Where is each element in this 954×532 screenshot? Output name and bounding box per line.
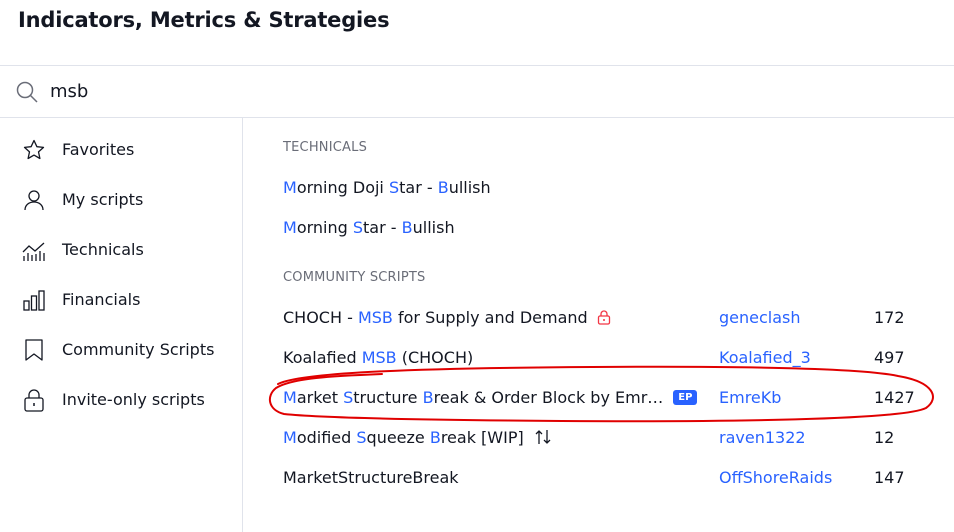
result-row[interactable]: MarketStructureBreak OffShoreRaids 147 (243, 458, 954, 498)
sidebar-item-technicals[interactable]: Technicals (0, 230, 242, 270)
like-count: 1427 (874, 388, 915, 407)
technicals-chart-icon (22, 238, 46, 262)
author-link[interactable]: geneclash (719, 308, 801, 327)
sidebar-item-label: Technicals (62, 240, 144, 259)
script-name-wrap: CHOCH - MSB for Supply and Demand (283, 308, 612, 327)
like-count: 172 (874, 308, 905, 327)
dialog-title: Indicators, Metrics & Strategies (18, 8, 390, 32)
sidebar-item-community-scripts[interactable]: Community Scripts (0, 330, 242, 370)
bar-chart-icon (22, 288, 46, 312)
sidebar-item-financials[interactable]: Financials (0, 280, 242, 320)
search-input[interactable] (50, 78, 650, 104)
script-name-wrap: Modified Squeeze Break [WIP] (283, 428, 552, 447)
sidebar-item-label: My scripts (62, 190, 144, 209)
results-panel: TECHNICALS Morning Doji Star - Bullish M… (243, 118, 954, 532)
script-name: CHOCH - MSB for Supply and Demand (283, 308, 588, 327)
script-name: Koalafied MSB (CHOCH) (283, 348, 474, 367)
sidebar-item-invite-only-scripts[interactable]: Invite-only scripts (0, 380, 242, 420)
like-count: 12 (874, 428, 895, 447)
search-bar (0, 66, 954, 118)
search-icon (15, 80, 39, 104)
result-row[interactable]: Morning Doji Star - Bullish (243, 168, 954, 208)
star-icon (22, 138, 46, 162)
result-row[interactable]: Modified Squeeze Break [WIP] raven1322 1… (243, 418, 954, 458)
author-link[interactable]: OffShoreRaids (719, 468, 832, 487)
script-name: Market Structure Break & Order Block by … (283, 388, 664, 407)
result-row[interactable]: CHOCH - MSB for Supply and Demand genecl… (243, 298, 954, 338)
author-link[interactable]: Koalafied_3 (719, 348, 811, 367)
sidebar-item-favorites[interactable]: Favorites (0, 130, 242, 170)
section-heading-community: COMMUNITY SCRIPTS (283, 270, 426, 285)
sidebar-item-my-scripts[interactable]: My scripts (0, 180, 242, 220)
script-name: Modified Squeeze Break [WIP] (283, 428, 524, 447)
user-icon (22, 188, 46, 212)
section-heading-technicals: TECHNICALS (283, 140, 368, 155)
up-down-arrows-icon (534, 428, 552, 446)
sidebar-item-label: Financials (62, 290, 141, 309)
script-name: Morning Star - Bullish (283, 218, 455, 237)
result-row[interactable]: Market Structure Break & Order Block by … (243, 378, 954, 418)
sidebar: Favorites My scripts Technicals Financia… (0, 118, 243, 532)
script-name: MarketStructureBreak (283, 468, 459, 487)
result-row[interactable]: Koalafied MSB (CHOCH) Koalafied_3 497 (243, 338, 954, 378)
script-name: Morning Doji Star - Bullish (283, 178, 491, 197)
lock-icon (22, 388, 46, 412)
author-link[interactable]: EmreKb (719, 388, 781, 407)
ep-badge: EP (673, 390, 698, 405)
like-count: 497 (874, 348, 905, 367)
dialog-header: Indicators, Metrics & Strategies (0, 0, 954, 66)
sidebar-item-label: Community Scripts (62, 340, 215, 359)
author-link[interactable]: raven1322 (719, 428, 806, 447)
sidebar-item-label: Invite-only scripts (62, 390, 205, 409)
result-row[interactable]: Morning Star - Bullish (243, 208, 954, 248)
bookmark-icon (22, 338, 46, 362)
sidebar-item-label: Favorites (62, 140, 135, 159)
lock-icon (596, 309, 612, 325)
script-name-wrap: Market Structure Break & Order Block by … (283, 388, 698, 407)
like-count: 147 (874, 468, 905, 487)
